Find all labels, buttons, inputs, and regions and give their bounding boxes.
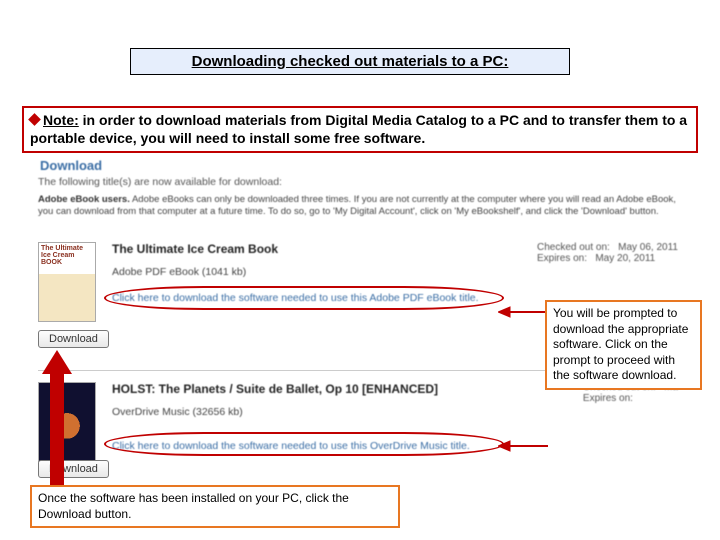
- note-body: in order to download materials from Digi…: [30, 112, 687, 146]
- adobe-warning: Adobe eBook users. Adobe eBooks can only…: [38, 194, 678, 219]
- software-prompt-link[interactable]: Click here to download the software need…: [112, 292, 532, 304]
- adobe-warning-body: Adobe eBooks can only be downloaded thre…: [38, 194, 676, 217]
- page-title-text: Downloading checked out materials to a P…: [192, 53, 509, 70]
- item-thumbnail: The Ultimate Ice Cream BOOK: [38, 242, 96, 322]
- expires-on-date: May 20, 2011: [595, 253, 655, 264]
- item-thumbnail: [38, 382, 96, 462]
- expires-on-label: Expires on:: [537, 253, 587, 264]
- checked-out-label: Checked out on:: [537, 242, 610, 253]
- item-title: The Ultimate Ice Cream Book: [112, 242, 278, 256]
- item-title: HOLST: The Planets / Suite de Ballet, Op…: [112, 382, 438, 396]
- item-dates: Checked out on: May 06, 2011 Expires on:…: [537, 242, 678, 264]
- expires-on-label: Expires on:: [583, 393, 633, 404]
- item-subtitle: OverDrive Music (32656 kb): [112, 406, 243, 418]
- diamond-bullet-icon: [28, 113, 41, 126]
- adobe-warning-lead: Adobe eBook users.: [38, 194, 130, 205]
- callout-download-button: Once the software has been installed on …: [30, 485, 400, 528]
- page-title: Downloading checked out materials to a P…: [130, 48, 570, 75]
- download-item: HOLST: The Planets / Suite de Ballet, Op…: [38, 382, 678, 487]
- software-prompt-link[interactable]: Click here to download the software need…: [112, 440, 532, 452]
- download-button[interactable]: Download: [38, 460, 109, 478]
- note-lead: Note:: [43, 112, 79, 128]
- item-subtitle: Adobe PDF eBook (1041 kb): [112, 266, 246, 278]
- note-box: Note: in order to download materials fro…: [22, 106, 698, 153]
- availability-line: The following title(s) are now available…: [38, 176, 282, 188]
- callout-software-prompt: You will be prompted to download the app…: [545, 300, 702, 390]
- checked-out-date: May 06, 2011: [618, 242, 678, 253]
- download-section-header: Download: [40, 158, 102, 173]
- download-button[interactable]: Download: [38, 330, 109, 348]
